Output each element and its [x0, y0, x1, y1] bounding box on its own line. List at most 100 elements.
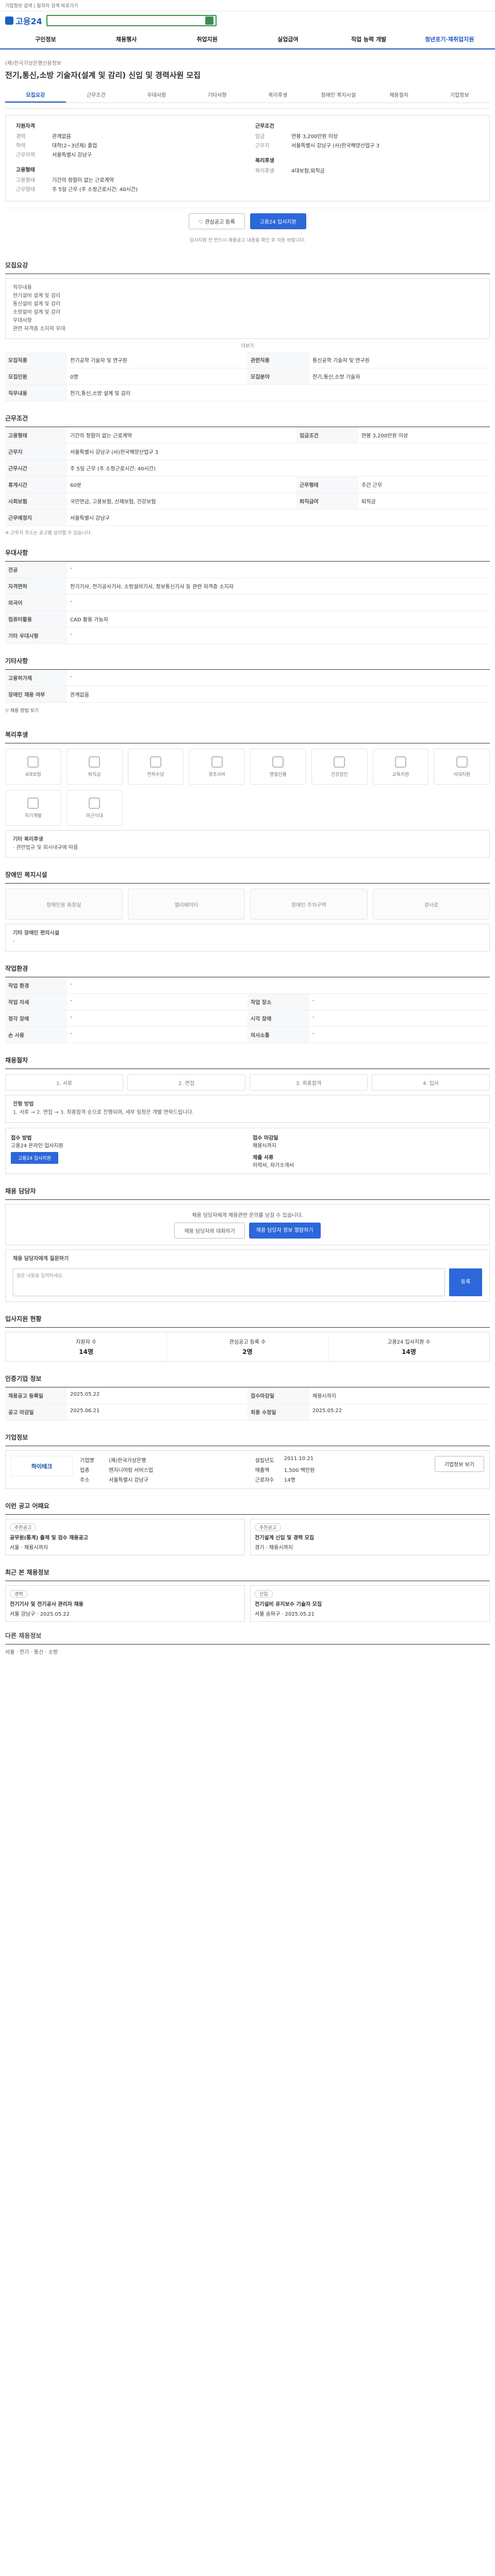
- table-value: 2025.05.22: [309, 1403, 490, 1420]
- post-section: 인증기업 정보 채용공고 등록일 2025.05.22 접수마감일 채용시까지 공고 마…: [5, 1370, 490, 1420]
- table-key: 근무형태: [296, 476, 358, 493]
- nav-item-1[interactable]: 구인정보: [5, 35, 86, 43]
- table-value: -: [67, 562, 490, 578]
- table-row: 기타 우대사항 -: [5, 627, 490, 644]
- page-content: (재)한국가상은행신용정보 전기,통신,소방 기술자(설계 및 감리) 신입 및…: [0, 49, 495, 1666]
- question-submit-button[interactable]: 등록: [449, 1268, 482, 1296]
- table-value: 주간 근무: [358, 476, 490, 493]
- summary-right: 근무조건 임금 연봉 3,200만원 이상 근무지 서울특별시 강남구 (사)한국해양…: [255, 122, 479, 195]
- etc-title: 기타사항: [5, 652, 490, 670]
- welfare-icon: [89, 756, 101, 768]
- process-step: 2. 면접: [127, 1074, 245, 1091]
- inquiry-title: 채용 담당자: [5, 1182, 490, 1200]
- company-info-button[interactable]: 기업정보 보기: [434, 1456, 484, 1472]
- nav-item-6[interactable]: 청년포기·재취업지원: [409, 35, 490, 43]
- job-card[interactable]: 신입 전기설비 유지보수 기술자 모집 서울 송파구 · 2025.05.21: [250, 1585, 490, 1622]
- summary-key: 고용형태: [16, 178, 35, 183]
- apply-method-col: 접수 방법 고용24 온라인 입사지원 고용24 입사지원: [11, 1133, 242, 1168]
- summary-left: 지원자격 경력 관계없음 학력 대학(2~3년제) 졸업 근무지역 서울특별시 강남구 고…: [16, 122, 240, 195]
- job-hero: (재)한국가상은행신용정보 전기,통신,소방 기술자(설계 및 감리) 신입 및…: [5, 49, 490, 109]
- apply-button[interactable]: 고용24 입사지원: [250, 213, 306, 229]
- recruit-box: 직무내용 전기설비 설계 및 감리 통신설비 설계 및 감리 소방설비 설계 및 감리…: [5, 278, 490, 339]
- table-row: 근무시간 주 5일 근무 (주 소정근로시간: 40시간): [5, 460, 490, 477]
- job-card[interactable]: 경력 전기기사 및 전기공사 관리자 채용 서울 강남구 · 2025.05.22: [5, 1585, 245, 1622]
- company-value: (재)한국가상은행: [109, 1458, 146, 1464]
- etc-table: 고용허가제 - 장애인 채용 여부 관계없음: [5, 670, 490, 703]
- job-card-meta: 서울 강남구 · 2025.05.22: [10, 1612, 70, 1617]
- conditions-note: ※ 근무지 주소는 공고별 상이할 수 있습니다.: [5, 531, 92, 536]
- search-input[interactable]: [46, 15, 217, 26]
- job-card[interactable]: 추천공고 전기설계 신입 및 경력 모집 경기 · 채용시까지: [250, 1519, 490, 1555]
- table-value: 연봉 3,200만원 이상: [358, 427, 490, 444]
- recommend-title: 이런 공고 어때요: [5, 1497, 490, 1515]
- recruit-line: 우대사항: [13, 318, 32, 324]
- job-card[interactable]: 추천공고 공무원(통계) 출제 및 검수 채용공고 서울 · 채용시까지: [5, 1519, 245, 1555]
- facility-section: 장애인 복지시설 장애인용 화장실 엘리베이터 장애인 주차구역 경사로 기타 장애인…: [5, 866, 490, 952]
- nav-item-4[interactable]: 실업급여: [248, 35, 328, 43]
- other-jobs-section: 다른 채용정보 서울 · 전기 · 통신 · 소방: [5, 1627, 490, 1666]
- tab-4[interactable]: 기타사항: [187, 88, 248, 103]
- conditions-table: 고용형태 기간의 정함이 없는 근로계약 임금조건 연봉 3,200만원 이상 근무지 서…: [5, 427, 490, 526]
- other-jobs-title: 다른 채용정보: [5, 1627, 490, 1645]
- chat-recruiter-button[interactable]: 채용 담당자와 대화하기: [174, 1223, 245, 1239]
- nav-item-5[interactable]: 직업 능력 개발: [328, 35, 409, 43]
- welfare-icon: [211, 756, 223, 768]
- table-key: 근무예정지: [5, 509, 67, 526]
- recruit-line: 소방설비 설계 및 감리: [13, 310, 61, 315]
- table-key: 최종 수정일: [248, 1403, 309, 1420]
- tab-7[interactable]: 채용절차: [369, 88, 430, 103]
- tab-8[interactable]: 기업정보: [430, 88, 490, 103]
- view-recruiter-button[interactable]: 채용 담당자 정보 열람하기: [249, 1223, 321, 1239]
- workplace-table: 작업 환경 - 작업 자세 - 작업 장소 - 청각 장애 - 시각 장애 - 손 사용 - 의사소통 -: [5, 977, 490, 1043]
- job-card-meta: 서울 송파구 · 2025.05.21: [255, 1612, 315, 1617]
- search-icon[interactable]: [205, 16, 213, 25]
- process-section: 채용절차 1. 서류 2. 면접 3. 최종합격 4. 입사 전형 방법 1. 서류 …: [5, 1052, 490, 1174]
- tab-3[interactable]: 우대사항: [126, 88, 187, 103]
- tab-1[interactable]: 모집요강: [5, 88, 66, 103]
- recommend-section: 이런 공고 어때요 추천공고 공무원(통계) 출제 및 검수 채용공고 서울 · 채…: [5, 1497, 490, 1555]
- table-value: 채용시까지: [309, 1387, 490, 1404]
- welfare-item: 건강검진: [311, 749, 368, 785]
- table-row: 공고 마감일 2025.06.21 최종 수정일 2025.05.22: [5, 1403, 490, 1420]
- hiring-method-toggle[interactable]: ▽ 채용 방법 보기: [5, 703, 490, 718]
- table-key: 컴퓨터활용: [5, 611, 67, 628]
- inquiry-text: 채용 담당자에게 채용관련 문의를 남길 수 있습니다.: [192, 1213, 303, 1218]
- question-input[interactable]: 질문 내용을 입력하세요.: [13, 1268, 445, 1296]
- table-value: -: [67, 1010, 248, 1027]
- job-card-badge: 추천공고: [10, 1523, 37, 1531]
- summary-key: 학력: [16, 143, 26, 149]
- company-value: 엔지니어링 서비스업: [109, 1468, 153, 1473]
- process-label: 전형 방법: [13, 1101, 34, 1107]
- top-utility-text: 기업정보 검색 | 일자리 검색 바로가기: [5, 4, 78, 9]
- table-value: -: [67, 977, 490, 994]
- table-value: 전기공학 기술자 및 연구원: [67, 352, 248, 368]
- table-key: 시각 장애: [248, 1010, 309, 1027]
- apply-method-box: 접수 방법 고용24 온라인 입사지원 고용24 입사지원 접수 마감일 채용시…: [5, 1128, 490, 1174]
- company-info: 기업명 (재)한국가상은행 설립년도 2011.10.21 업종 엔지니어링 서비스업 매출…: [80, 1456, 427, 1483]
- nav-item-3[interactable]: 취업지원: [167, 35, 248, 43]
- company-section: 기업정보 하이테크 기업명 (재)한국가상은행 설립년도 2011.10.21 업종 엔지…: [5, 1429, 490, 1489]
- tab-2[interactable]: 근무조건: [66, 88, 127, 103]
- welfare-label: 건강검진: [331, 772, 348, 777]
- tab-6[interactable]: 장애인 복지시설: [308, 88, 369, 103]
- tab-5[interactable]: 복리후생: [248, 88, 308, 103]
- apply-method-title: 접수 방법: [11, 1136, 32, 1141]
- welfare-label: 경조사비: [208, 772, 226, 777]
- nav-item-2[interactable]: 채용행사: [86, 35, 167, 43]
- table-row: 고용허가제 -: [5, 670, 490, 686]
- welfare-icon: [272, 756, 284, 768]
- table-key: 자격면허: [5, 578, 67, 595]
- table-key: 접수마감일: [248, 1387, 309, 1404]
- apply-method-button[interactable]: 고용24 입사지원: [11, 1152, 58, 1164]
- recruit-more-button[interactable]: 더보기: [5, 339, 490, 352]
- table-key: 작업 자세: [5, 993, 67, 1010]
- site-logo[interactable]: 고용24: [5, 14, 42, 27]
- table-key: 공고 마감일: [5, 1403, 67, 1420]
- etc-section: 기타사항 고용허가제 - 장애인 채용 여부 관계없음 ▽ 채용 방법 보기: [5, 652, 490, 718]
- summary-row: 근무형태 주 5일 근무 (주 소정근로시간: 40시간): [16, 185, 240, 195]
- table-row: 휴게시간 60분 근무형태 주간 근무: [5, 476, 490, 493]
- save-job-button[interactable]: ♡ 관심공고 등록: [189, 213, 245, 229]
- table-key: 고용형태: [5, 427, 67, 444]
- stat-label: 고용24 입사지원 수: [387, 1340, 431, 1345]
- welfare-item: 야근식대: [66, 790, 123, 826]
